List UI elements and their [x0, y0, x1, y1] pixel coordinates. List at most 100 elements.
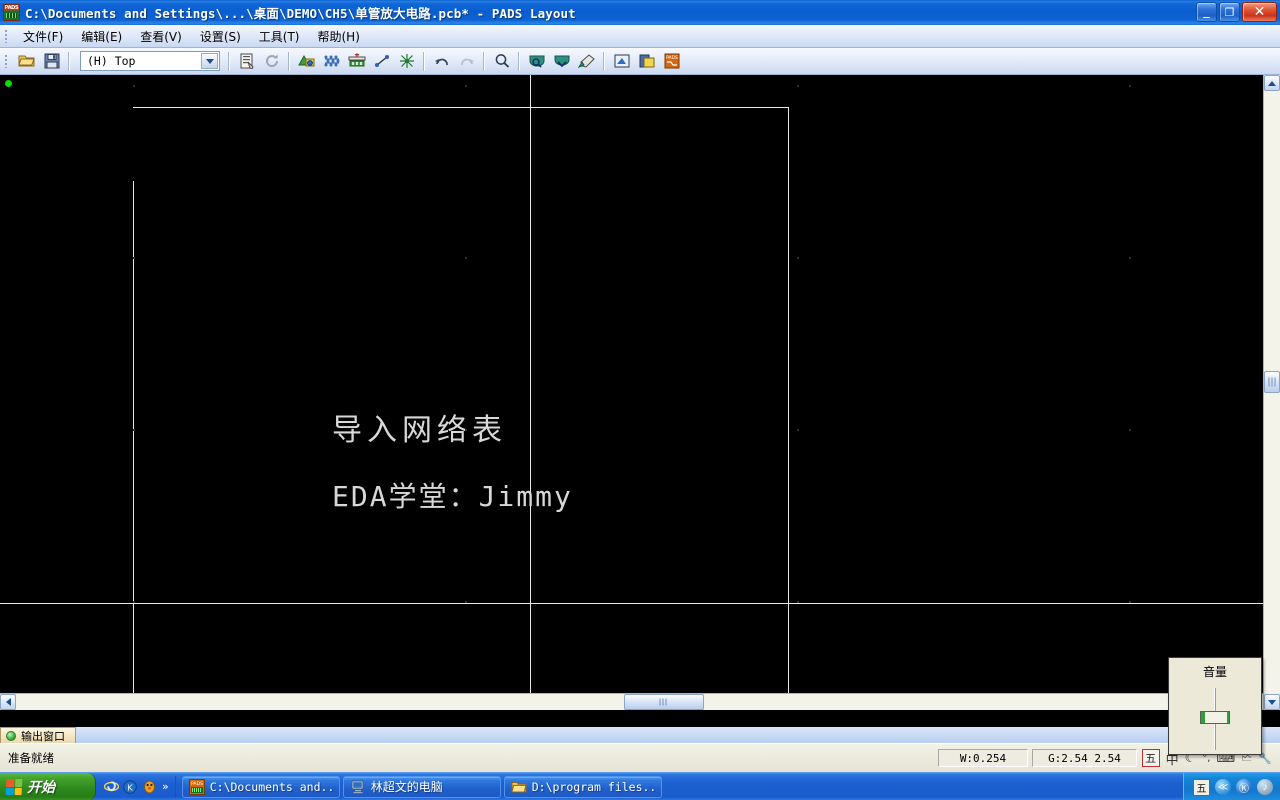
restore-button[interactable]: ❐	[1219, 2, 1240, 22]
taskbtn-explorer[interactable]: D:\program files...	[503, 775, 662, 798]
quick-launch-overflow-icon[interactable]: »	[160, 780, 171, 793]
zoom-fit-button[interactable]	[550, 50, 573, 72]
menu-grip-icon[interactable]	[2, 28, 11, 44]
route-button[interactable]	[370, 50, 393, 72]
design-toolbar-button[interactable]	[295, 50, 318, 72]
quick-launch-bar: K »	[99, 775, 176, 798]
magnifier-icon	[495, 54, 509, 68]
library-button[interactable]	[635, 50, 658, 72]
start-button[interactable]: 开始	[0, 772, 96, 800]
tray-volume-icon[interactable]: ♪	[1257, 779, 1273, 795]
taskbtn-my-computer[interactable]: 林超文的电脑	[342, 775, 501, 798]
grid-dot	[797, 85, 799, 87]
undo-arrow-icon	[434, 58, 448, 66]
minimize-button[interactable]: _	[1196, 2, 1217, 22]
library-icon	[639, 54, 654, 68]
taskbtn-explorer-label: D:\program files...	[531, 779, 655, 794]
taskbtn-my-computer-label: 林超文的电脑	[370, 780, 443, 794]
grid-dot	[1129, 429, 1131, 431]
pads-app-icon	[3, 4, 20, 21]
scroll-up-button[interactable]	[1264, 75, 1280, 91]
canvas-author-text: EDA学堂：Jimmy	[332, 480, 573, 513]
volume-flyout[interactable]: 音量	[1168, 657, 1262, 755]
redraw-button[interactable]	[575, 50, 598, 72]
toolbar-grip-icon[interactable]	[2, 53, 11, 69]
standard-toolbar: (H) Top PADS	[0, 48, 1280, 75]
pcb-view-button[interactable]	[610, 50, 633, 72]
redo-button[interactable]	[455, 50, 478, 72]
clipboard-icon	[240, 53, 254, 69]
pour-manager-icon	[324, 55, 339, 67]
volume-slider-thumb[interactable]	[1200, 711, 1230, 724]
net-star-icon	[399, 54, 414, 68]
board-outline-line	[133, 181, 134, 710]
close-button[interactable]: ✕	[1242, 2, 1277, 22]
chevron-down-icon[interactable]	[201, 53, 218, 69]
svg-text:PADS: PADS	[191, 781, 203, 787]
grid-dot	[465, 85, 467, 87]
layer-select-value: (H) Top	[87, 54, 136, 68]
pour-toolbar-button[interactable]	[320, 50, 343, 72]
design-icon	[297, 54, 314, 67]
pads-router-button[interactable]: PADS	[660, 50, 683, 72]
horizontal-scroll-thumb[interactable]	[624, 694, 704, 710]
vertical-scroll-thumb[interactable]	[1264, 371, 1280, 393]
grid-dot	[797, 601, 799, 603]
toolbar-separator	[518, 51, 520, 71]
horizontal-scrollbar[interactable]	[0, 693, 1263, 710]
close-icon: ✕	[1253, 4, 1266, 20]
output-status-icon	[6, 730, 16, 741]
output-tab-strip: 输出窗口	[0, 727, 1280, 743]
kingsoft-icon[interactable]: K	[122, 779, 138, 795]
zoom-button[interactable]	[490, 50, 513, 72]
taskbtn-pads-layout[interactable]: PADS C:\Documents and...	[181, 775, 340, 798]
restore-icon: ❐	[1224, 5, 1235, 19]
menu-setup[interactable]: 设置(S)	[191, 25, 250, 48]
tab-output-window-label: 输出窗口	[21, 729, 65, 743]
status-grid-field: G:2.54 2.54	[1032, 749, 1137, 767]
scroll-left-button[interactable]	[0, 694, 16, 710]
refresh-icon	[265, 54, 278, 68]
menu-view[interactable]: 查看(V)	[131, 25, 191, 48]
ie-browser-icon[interactable]	[103, 779, 119, 795]
menu-edit[interactable]: 编辑(E)	[72, 25, 131, 48]
qq-icon[interactable]	[141, 779, 157, 795]
pads-layout-window: C:\Documents and Settings\...\桌面\DEMO\CH…	[0, 0, 1280, 800]
menu-file[interactable]: 文件(F)	[14, 25, 72, 48]
canvas-inner: 导入网络表 EDA学堂：Jimmy	[0, 75, 1280, 710]
open-file-button[interactable]	[15, 50, 38, 72]
pcb-design-canvas[interactable]: 导入网络表 EDA学堂：Jimmy	[0, 75, 1280, 710]
menu-help[interactable]: 帮助(H)	[309, 25, 369, 48]
menu-tools[interactable]: 工具(T)	[250, 25, 309, 48]
redo-arrow-icon	[460, 58, 474, 66]
scroll-down-button[interactable]	[1264, 694, 1280, 710]
menu-bar: 文件(F) 编辑(E) 查看(V) 设置(S) 工具(T) 帮助(H)	[0, 25, 1280, 48]
zoom-in-button[interactable]	[525, 50, 548, 72]
open-folder-icon	[17, 55, 35, 67]
ime-mode-icon[interactable]: 五	[1141, 749, 1160, 767]
chevron-down-icon	[1268, 699, 1276, 705]
tray-ime-icon[interactable]: 五	[1193, 778, 1210, 796]
route-line-icon	[374, 55, 389, 67]
net-button[interactable]	[395, 50, 418, 72]
folder-icon	[511, 779, 527, 795]
pads-layout-icon: PADS	[188, 778, 205, 795]
layer-select[interactable]: (H) Top	[80, 51, 220, 71]
grid-dot	[133, 601, 135, 603]
grid-dot	[1129, 257, 1131, 259]
toolbar-separator	[288, 51, 290, 71]
tray-kingsoft-icon[interactable]: Ⓚ	[1236, 779, 1252, 795]
my-computer-icon	[350, 779, 366, 795]
drafting-toolbar-button[interactable]	[235, 50, 258, 72]
start-button-label: 开始	[27, 779, 55, 796]
tray-network-icon[interactable]: ≪	[1215, 779, 1231, 795]
vertical-scrollbar[interactable]	[1263, 75, 1280, 710]
eco-toolbar-button[interactable]	[345, 50, 368, 72]
grid-dot	[797, 429, 799, 431]
undo-button[interactable]	[430, 50, 453, 72]
pads-router-icon: PADS	[664, 53, 679, 69]
refresh-button[interactable]	[260, 50, 283, 72]
tab-output-window[interactable]: 输出窗口	[0, 727, 76, 743]
canvas-title-text: 导入网络表	[332, 413, 507, 448]
save-file-button[interactable]	[40, 50, 63, 72]
